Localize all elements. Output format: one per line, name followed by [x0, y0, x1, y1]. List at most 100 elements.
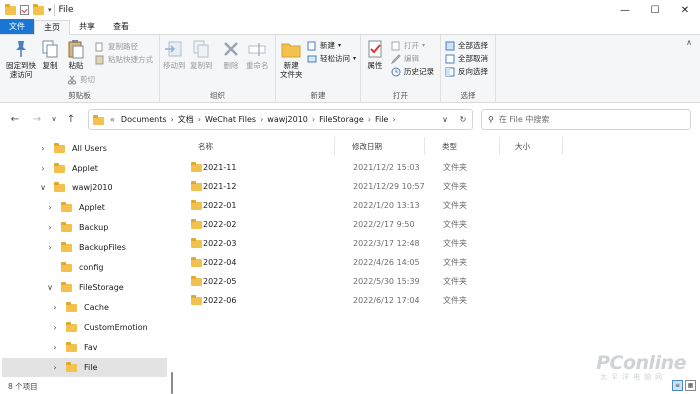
column-header-type[interactable]: 类型: [425, 137, 500, 155]
select-all-button[interactable]: 全部选择: [445, 40, 488, 51]
tree-item-customemotion[interactable]: › CustomEmotion: [50, 318, 168, 337]
minimize-button[interactable]: —: [610, 0, 640, 20]
chevron-right-icon[interactable]: ›: [38, 164, 48, 173]
folder-icon: [191, 200, 202, 210]
tree-item-label: Backup: [79, 223, 109, 232]
breadcrumb-wechat-files[interactable]: WeChat Files: [205, 115, 256, 124]
file-row[interactable]: 2022-01 2022/1/20 13:13 文件夹: [183, 196, 503, 215]
up-button[interactable]: ↑: [60, 108, 82, 130]
copy-path-button[interactable]: 复制路径: [95, 41, 138, 52]
large-icons-view-icon[interactable]: ▦: [685, 380, 696, 391]
breadcrumb-separator-icon: ›: [311, 115, 316, 124]
recent-locations-button[interactable]: ∨: [48, 108, 60, 130]
rename-button[interactable]: 重命名: [246, 39, 269, 70]
tree-item-applet[interactable]: › Applet: [38, 159, 168, 178]
folder-icon: [5, 3, 16, 15]
properties-button[interactable]: 属性: [365, 39, 385, 70]
properties-icon: [368, 40, 382, 58]
maximize-button[interactable]: ☐: [640, 0, 670, 20]
paste-shortcut-button[interactable]: 粘贴快捷方式: [95, 54, 153, 65]
move-to-button[interactable]: 移动到: [163, 39, 186, 70]
new-item-button[interactable]: 新建 ▾: [307, 40, 341, 51]
tab-view[interactable]: 查看: [104, 19, 138, 34]
customize-quick-access-icon[interactable]: ▾: [48, 6, 52, 14]
new-folder-quick-icon[interactable]: [33, 3, 44, 15]
file-row[interactable]: 2022-04 2022/4/26 14:05 文件夹: [183, 253, 503, 272]
copy-to-icon: [193, 40, 209, 58]
breadcrumb-separator-icon: ›: [260, 115, 264, 124]
tree-item-label: Applet: [79, 203, 105, 212]
address-dropdown-icon[interactable]: ∨: [436, 115, 454, 124]
history-button[interactable]: 历史记录: [391, 66, 434, 77]
tab-home[interactable]: 主页: [34, 20, 70, 35]
tree-item-filestorage[interactable]: ∨ FileStorage: [45, 278, 168, 297]
tree-item-fav[interactable]: › Fav: [50, 338, 168, 357]
dropdown-arrow-icon: ▾: [353, 55, 357, 62]
address-bar[interactable]: « Documents › 文档 › WeChat Files › wawj20…: [88, 109, 473, 130]
easy-access-button[interactable]: 轻松访问 ▾: [307, 53, 356, 64]
open-icon: [391, 41, 400, 50]
tab-file[interactable]: 文件: [0, 19, 34, 34]
new-folder-button[interactable]: 新建 文件夹: [280, 39, 303, 79]
breadcrumb-documents[interactable]: Documents: [121, 115, 167, 124]
paste-button[interactable]: 粘贴: [66, 39, 86, 70]
copy-to-button[interactable]: 复制到: [190, 39, 213, 70]
chevron-right-icon[interactable]: ›: [50, 363, 60, 372]
tab-share[interactable]: 共享: [70, 19, 104, 34]
chevron-right-icon[interactable]: ›: [45, 203, 55, 212]
close-button[interactable]: ✕: [670, 0, 700, 20]
chevron-right-icon[interactable]: ›: [50, 323, 60, 332]
copy-button[interactable]: 复制: [40, 39, 60, 70]
file-row[interactable]: 2021-11 2021/12/2 15:03 文件夹: [183, 158, 503, 177]
cut-button[interactable]: 剪切: [67, 74, 95, 85]
file-row[interactable]: 2022-06 2022/6/12 17:04 文件夹: [183, 291, 503, 310]
tree-item-all-users[interactable]: › All Users: [38, 139, 168, 158]
edit-icon: [391, 53, 401, 64]
chevron-down-icon[interactable]: ∨: [45, 283, 55, 292]
tree-item-backup[interactable]: › Backup: [45, 218, 168, 237]
chevron-right-icon[interactable]: ›: [50, 343, 60, 352]
invert-selection-button[interactable]: 反向选择: [445, 66, 488, 77]
open-button[interactable]: 打开 ▾: [391, 40, 425, 51]
file-row[interactable]: 2022-05 2022/5/30 15:39 文件夹: [183, 272, 503, 291]
paste-label: 粘贴: [68, 61, 84, 70]
tree-item-label: config: [79, 263, 104, 272]
breadcrumb-wendang[interactable]: 文档: [178, 114, 194, 125]
file-row[interactable]: 2022-03 2022/3/17 12:48 文件夹: [183, 234, 503, 253]
edit-button[interactable]: 编辑: [391, 53, 419, 64]
chevron-right-icon[interactable]: ›: [38, 144, 48, 153]
back-button[interactable]: ←: [4, 108, 26, 130]
tree-item-applet-sub[interactable]: › Applet: [45, 198, 168, 217]
select-none-button[interactable]: 全部取消: [445, 53, 488, 64]
tree-item-backupfiles[interactable]: › BackupFiles: [45, 238, 168, 257]
breadcrumb-filestorage[interactable]: FileStorage: [319, 115, 364, 124]
breadcrumb-wawj2010[interactable]: wawj2010: [267, 115, 308, 124]
tree-item-label: FileStorage: [79, 283, 124, 292]
column-header-size[interactable]: 大小: [500, 137, 563, 155]
file-row[interactable]: 2021-12 2021/12/29 10:57 文件夹: [183, 177, 503, 196]
search-box[interactable]: ⚲ 在 File 中搜索: [481, 109, 691, 130]
chevron-right-icon[interactable]: ›: [45, 243, 55, 252]
address-overflow-icon[interactable]: «: [110, 115, 115, 124]
chevron-right-icon[interactable]: ›: [45, 223, 55, 232]
tree-item-file-selected[interactable]: › File: [2, 358, 167, 377]
search-icon: ⚲: [488, 115, 494, 124]
details-view-icon[interactable]: ≡: [672, 380, 683, 391]
delete-button[interactable]: 删除: [221, 39, 241, 70]
forward-button[interactable]: →: [26, 108, 48, 130]
properties-quick-icon[interactable]: [20, 5, 29, 15]
chevron-right-icon[interactable]: ›: [50, 303, 60, 312]
tree-item-cache[interactable]: › Cache: [50, 298, 168, 317]
tree-item-label: wawj2010: [72, 183, 113, 192]
file-row[interactable]: 2022-02 2022/2/17 9:50 文件夹: [183, 215, 503, 234]
column-header-date-modified[interactable]: 修改日期: [335, 137, 425, 155]
refresh-icon[interactable]: ↻: [454, 115, 472, 124]
breadcrumb-file[interactable]: File: [375, 115, 388, 124]
column-header-name[interactable]: 名称: [183, 137, 335, 155]
collapse-ribbon-icon[interactable]: ∧: [686, 38, 692, 47]
invert-selection-icon: [445, 67, 455, 76]
tree-item-wawj2010[interactable]: ∨ wawj2010: [38, 178, 168, 197]
tree-item-config[interactable]: config: [45, 258, 168, 277]
pin-quick-access-button[interactable]: 固定到快速访问: [4, 39, 38, 79]
chevron-down-icon[interactable]: ∨: [38, 183, 48, 192]
